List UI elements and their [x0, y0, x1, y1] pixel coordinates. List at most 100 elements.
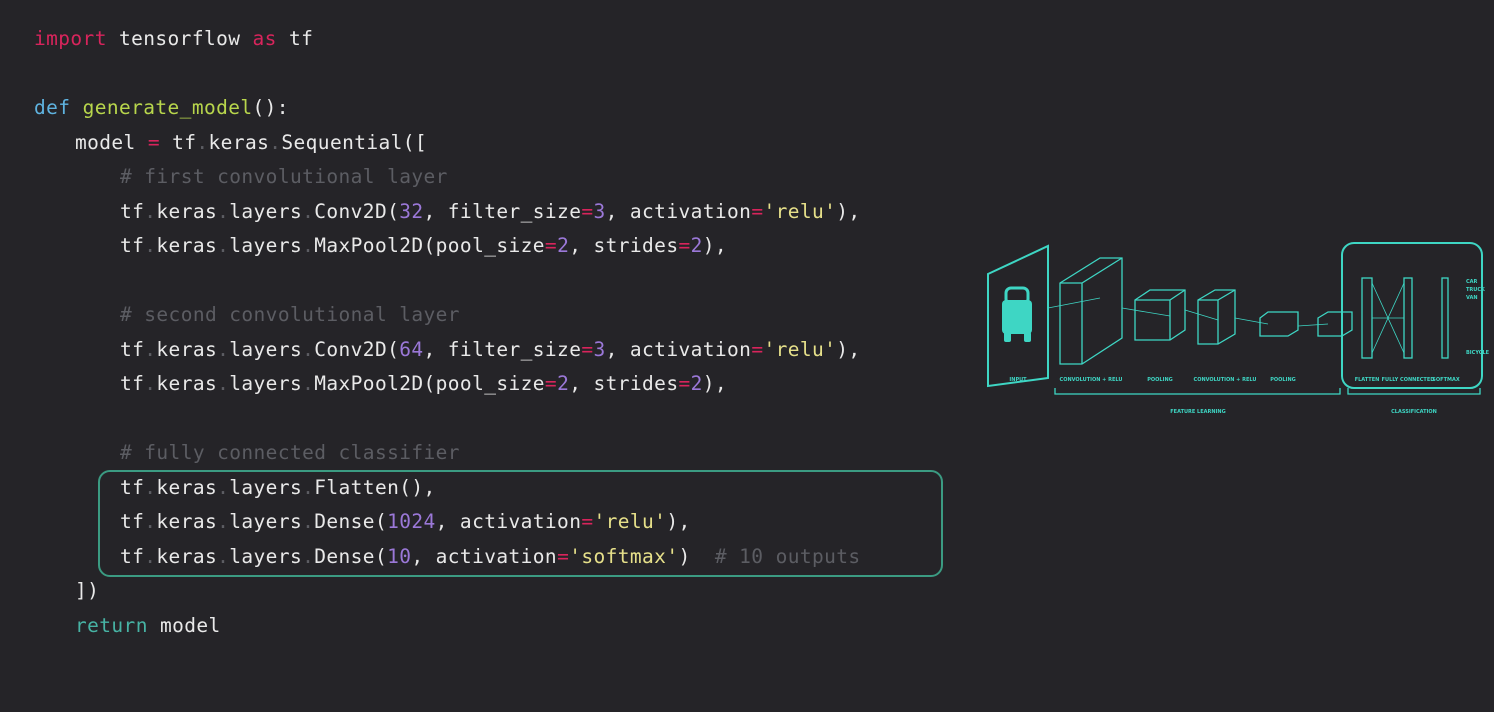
label-classification: CLASSIFICATION — [1391, 409, 1437, 415]
dot-token: . — [144, 372, 157, 395]
label-fc: FULLY CONNECTED — [1382, 377, 1435, 383]
dot-token: . — [269, 131, 282, 154]
comment-fully-connected: # fully connected classifier — [120, 441, 460, 464]
code-line-pool2: tf.keras.layers.MaxPool2D(pool_size=2, s… — [120, 367, 727, 401]
param-filter-size: , filter_size — [423, 200, 582, 223]
label-input: INPUT — [1009, 377, 1027, 383]
conv2d-token: Conv2D( — [314, 338, 400, 361]
equals-op: = — [581, 338, 594, 361]
dot-token: . — [302, 200, 315, 223]
param-pool-size: pool_size — [435, 234, 545, 257]
label-flatten: FLATTEN — [1355, 377, 1380, 383]
feature-learning-bracket — [1054, 388, 1341, 395]
number-2: 2 — [557, 372, 570, 395]
function-name: generate_model — [82, 96, 253, 119]
cnn-diagram: INPUT CONVOLUTION + RELU POOLING CONVOLU… — [987, 242, 1490, 415]
number-32: 32 — [399, 200, 424, 223]
dot-token: . — [302, 234, 315, 257]
sequential-token: Sequential([ — [281, 131, 428, 154]
tf-token: tf — [159, 131, 197, 154]
dot-token: . — [302, 372, 315, 395]
keyword-def: def — [34, 96, 71, 119]
tf-token: tf — [120, 338, 145, 361]
code-line-return: return model — [75, 609, 221, 643]
code-line-conv1: tf.keras.layers.Conv2D(32, filter_size=3… — [120, 195, 861, 229]
conv2-block — [1197, 289, 1236, 345]
flatten-column — [1361, 277, 1373, 359]
param-strides: , strides — [569, 234, 679, 257]
keras-token: keras — [156, 200, 218, 223]
number-2: 2 — [557, 234, 570, 257]
code-line-def: def generate_model(): — [34, 91, 289, 125]
paren-close: ), — [836, 200, 861, 223]
conv1-edges — [1060, 257, 1123, 364]
equals-op: = — [544, 234, 558, 257]
label-feature-learning: FEATURE LEARNING — [1170, 409, 1225, 415]
tf-token: tf — [120, 372, 145, 395]
equals-op: = — [581, 200, 594, 223]
comment-first-conv: # first convolutional layer — [120, 165, 448, 188]
conv2d-token: Conv2D( — [314, 200, 400, 223]
keras-token: keras — [156, 372, 218, 395]
dot-token: . — [196, 131, 209, 154]
maxpool-token: MaxPool2D( — [314, 234, 436, 257]
label-pool1: POOLING — [1147, 377, 1173, 383]
pool1-edges — [1135, 289, 1186, 340]
dot-token: . — [217, 338, 230, 361]
code-line-close: ]) — [75, 579, 100, 602]
module-alias: tf — [276, 27, 314, 50]
keyword-return: return — [75, 614, 148, 637]
highlight-box — [98, 470, 943, 577]
output-van: VAN — [1466, 295, 1478, 301]
model-var: model — [75, 131, 148, 154]
string-relu: 'relu' — [763, 200, 837, 223]
module-name: tensorflow — [106, 27, 253, 50]
paren-close: ), — [702, 372, 728, 395]
dot-token: . — [144, 234, 157, 257]
softmax-column — [1441, 277, 1449, 359]
fc-lines — [1371, 282, 1405, 354]
comment-second-conv: # second convolutional layer — [120, 303, 460, 326]
string-relu: 'relu' — [763, 338, 837, 361]
output-truck: TRUCK — [1466, 287, 1486, 293]
layers-token: layers — [229, 234, 303, 257]
keyword-import: import — [34, 27, 107, 50]
paren-close: ), — [702, 234, 728, 257]
param-activation: , activation — [605, 338, 752, 361]
label-conv1: CONVOLUTION + RELU — [1060, 377, 1123, 383]
equals-op: = — [147, 131, 160, 154]
layers-token: layers — [229, 372, 303, 395]
equals-op: = — [678, 372, 691, 395]
maxpool-token: MaxPool2D( — [314, 372, 436, 395]
conv1-block — [1059, 257, 1123, 365]
equals-op: = — [544, 372, 558, 395]
number-3: 3 — [593, 200, 606, 223]
return-value: model — [147, 614, 221, 637]
layers-token: layers — [229, 200, 303, 223]
code-line-conv2: tf.keras.layers.Conv2D(64, filter_size=3… — [120, 333, 861, 367]
pool2-block — [1259, 311, 1299, 337]
code-block: import tensorflow as tf def generate_mod… — [34, 22, 860, 712]
tf-token: tf — [120, 200, 145, 223]
car-icon — [1002, 286, 1032, 342]
label-softmax: SOFTMAX — [1432, 377, 1460, 383]
dot-token: . — [217, 234, 230, 257]
number-3: 3 — [593, 338, 606, 361]
output-car: CAR — [1466, 279, 1478, 285]
equals-op: = — [751, 338, 764, 361]
pool1-block — [1134, 289, 1186, 341]
keras-token: keras — [156, 234, 218, 257]
code-line-model: model = tf.keras.Sequential([ — [75, 126, 427, 160]
dot-token: . — [217, 372, 230, 395]
equals-op: = — [751, 200, 764, 223]
param-strides: , strides — [569, 372, 679, 395]
code-line-import: import tensorflow as tf — [34, 22, 313, 56]
number-2: 2 — [690, 372, 703, 395]
number-64: 64 — [399, 338, 424, 361]
keras-token: keras — [156, 338, 218, 361]
conv2-edges — [1198, 289, 1236, 344]
dot-token: . — [144, 200, 157, 223]
keyword-as: as — [252, 27, 277, 50]
paren-close: ), — [836, 338, 861, 361]
param-filter-size: , filter_size — [423, 338, 582, 361]
